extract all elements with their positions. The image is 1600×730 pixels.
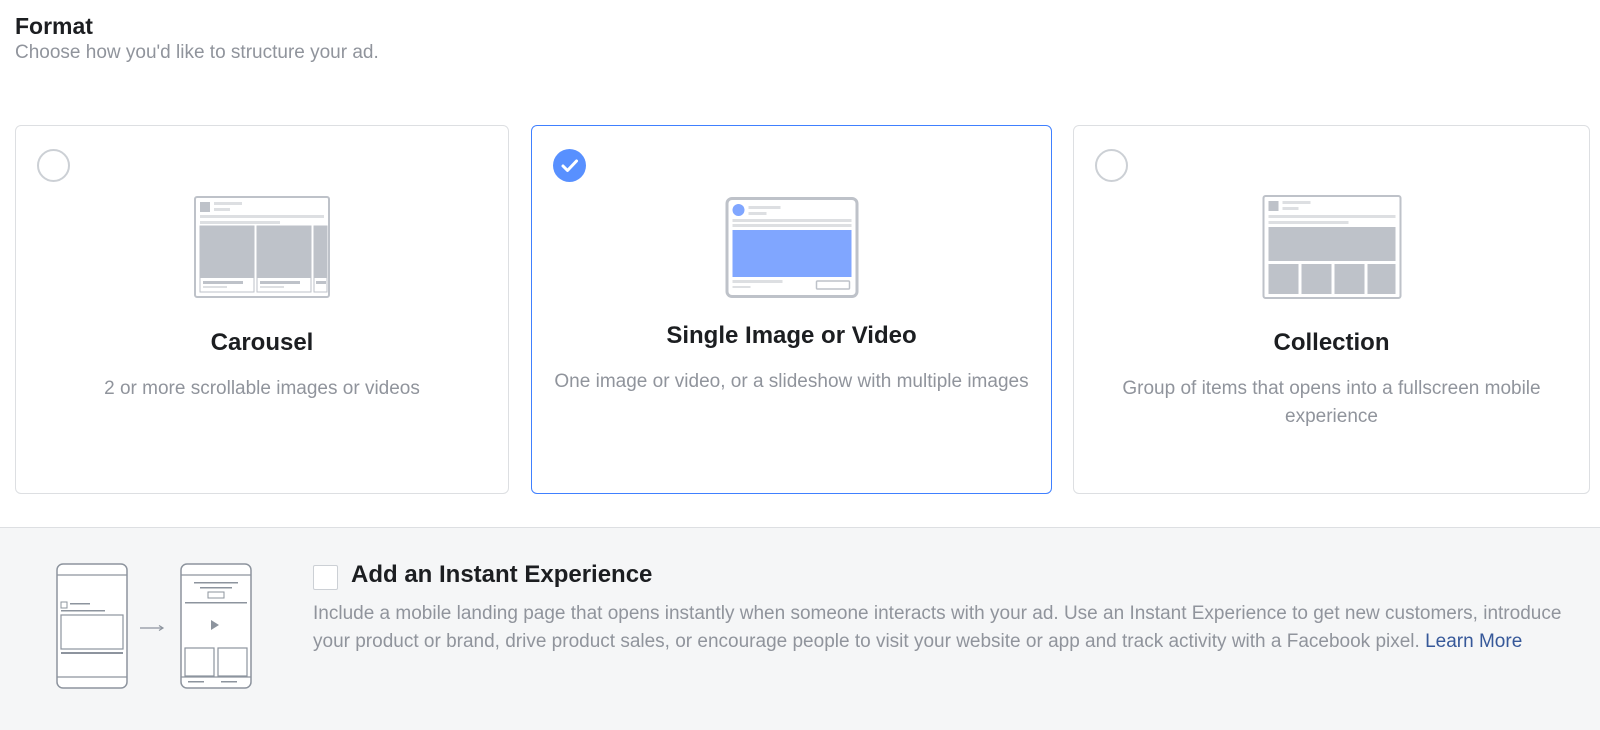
instant-experience-title: Add an Instant Experience — [351, 561, 653, 588]
carousel-radio[interactable] — [37, 149, 70, 182]
carousel-title: Carousel — [210, 329, 314, 356]
checkmark-icon — [561, 159, 578, 172]
single-image-description: One image or video, or a slideshow with … — [554, 371, 1029, 392]
instant-experience-description-text: Include a mobile landing page that opens… — [313, 603, 1562, 652]
section-subtitle: Choose how you'd like to structure your … — [15, 42, 379, 63]
collection-title: Collection — [1273, 329, 1390, 356]
carousel-description: 2 or more scrollable images or videos — [104, 378, 420, 399]
collection-description: Group of items that opens into a fullscr… — [1122, 378, 1541, 427]
collection-illustration-icon — [1262, 195, 1401, 304]
section-title: Format — [15, 13, 93, 39]
instant-experience-illustration-icon — [56, 563, 252, 694]
learn-more-link[interactable]: Learn More — [1425, 631, 1522, 652]
instant-experience-description: Include a mobile landing page that opens… — [313, 600, 1573, 656]
format-card-collection[interactable]: Collection Group of items that opens int… — [1073, 125, 1590, 494]
single-image-illustration-icon — [725, 197, 858, 303]
single-image-title: Single Image or Video — [666, 322, 917, 349]
instant-experience-section: Add an Instant Experience Include a mobi… — [0, 527, 1600, 730]
instant-experience-checkbox[interactable] — [313, 565, 338, 590]
collection-radio[interactable] — [1095, 149, 1128, 182]
format-card-carousel[interactable]: Carousel 2 or more scrollable images or … — [15, 125, 509, 494]
format-header: Format Choose how you'd like to structur… — [15, 12, 379, 66]
single-image-radio[interactable] — [553, 149, 586, 182]
format-card-single-image[interactable]: Single Image or Video One image or video… — [531, 125, 1052, 494]
carousel-illustration-icon — [194, 196, 330, 303]
